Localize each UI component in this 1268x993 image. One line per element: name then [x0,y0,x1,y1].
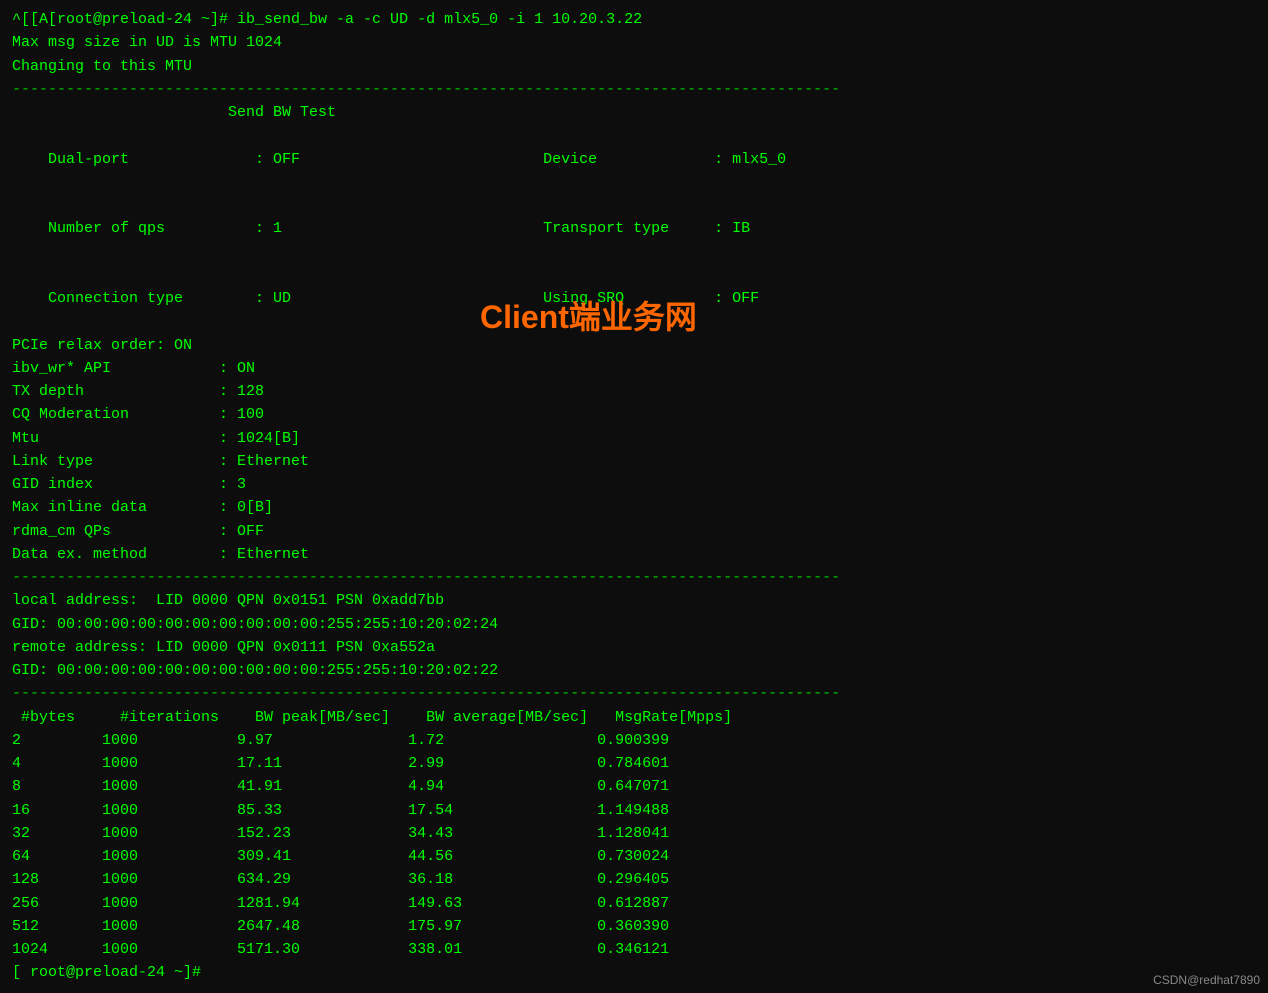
local-addr-line: local address: LID 0000 QPN 0x0151 PSN 0… [12,589,1256,612]
table-row: 128 1000 634.29 36.18 0.296405 [12,868,1256,891]
num-qps-label: Number of qps : 1 Transport type : IB [48,220,750,237]
local-gid-line: GID: 00:00:00:00:00:00:00:00:00:00:255:2… [12,613,1256,636]
gid-index-line: GID index : 3 [12,473,1256,496]
tx-depth-line: TX depth : 128 [12,380,1256,403]
command-line: ^[[A[root@preload-24 ~]# ib_send_bw -a -… [12,8,1256,31]
max-inline-line: Max inline data : 0[B] [12,496,1256,519]
data-ex-line: Data ex. method : Ethernet [12,543,1256,566]
separator-2: ----------------------------------------… [12,566,1256,589]
table-header: #bytes #iterations BW peak[MB/sec] BW av… [12,706,1256,729]
table-row: 2 1000 9.97 1.72 0.900399 [12,729,1256,752]
ibv-wr-line: ibv_wr* API : ON [12,357,1256,380]
table-row: 4 1000 17.11 2.99 0.784601 [12,752,1256,775]
send-bw-test-title: Send BW Test [12,101,1256,124]
table-row: 8 1000 41.91 4.94 0.647071 [12,775,1256,798]
changing-line: Changing to this MTU [12,55,1256,78]
table-row: 64 1000 309.41 44.56 0.730024 [12,845,1256,868]
msg-size-line: Max msg size in UD is MTU 1024 [12,31,1256,54]
link-type-line: Link type : Ethernet [12,450,1256,473]
remote-gid-line: GID: 00:00:00:00:00:00:00:00:00:00:255:2… [12,659,1256,682]
data-table: 2 1000 9.97 1.72 0.9003994 1000 17.11 2.… [12,729,1256,962]
rdma-cm-line: rdma_cm QPs : OFF [12,520,1256,543]
watermark-label: CSDN@redhat7890 [1153,973,1260,987]
terminal-window: ^[[A[root@preload-24 ~]# ib_send_bw -a -… [0,0,1268,993]
table-row: 16 1000 85.33 17.54 1.149488 [12,799,1256,822]
table-row: 32 1000 152.23 34.43 1.128041 [12,822,1256,845]
dual-port-device-line: Dual-port : OFF Device : mlx5_0 [12,124,1256,194]
table-row: 512 1000 2647.48 175.97 0.360390 [12,915,1256,938]
remote-addr-line: remote address: LID 0000 QPN 0x0111 PSN … [12,636,1256,659]
overlay-label: Client端业务网 [480,292,697,338]
table-row: 256 1000 1281.94 149.63 0.612887 [12,892,1256,915]
mtu-line: Mtu : 1024[B] [12,427,1256,450]
dual-port-label: Dual-port : OFF Device : mlx5_0 [48,151,786,168]
table-row: 1024 1000 5171.30 338.01 0.346121 [12,938,1256,961]
separator-1: ----------------------------------------… [12,78,1256,101]
separator-3: ----------------------------------------… [12,682,1256,705]
num-qps-transport-line: Number of qps : 1 Transport type : IB [12,194,1256,264]
cq-mod-line: CQ Moderation : 100 [12,403,1256,426]
last-line: [ root@preload-24 ~]# [12,961,1256,984]
